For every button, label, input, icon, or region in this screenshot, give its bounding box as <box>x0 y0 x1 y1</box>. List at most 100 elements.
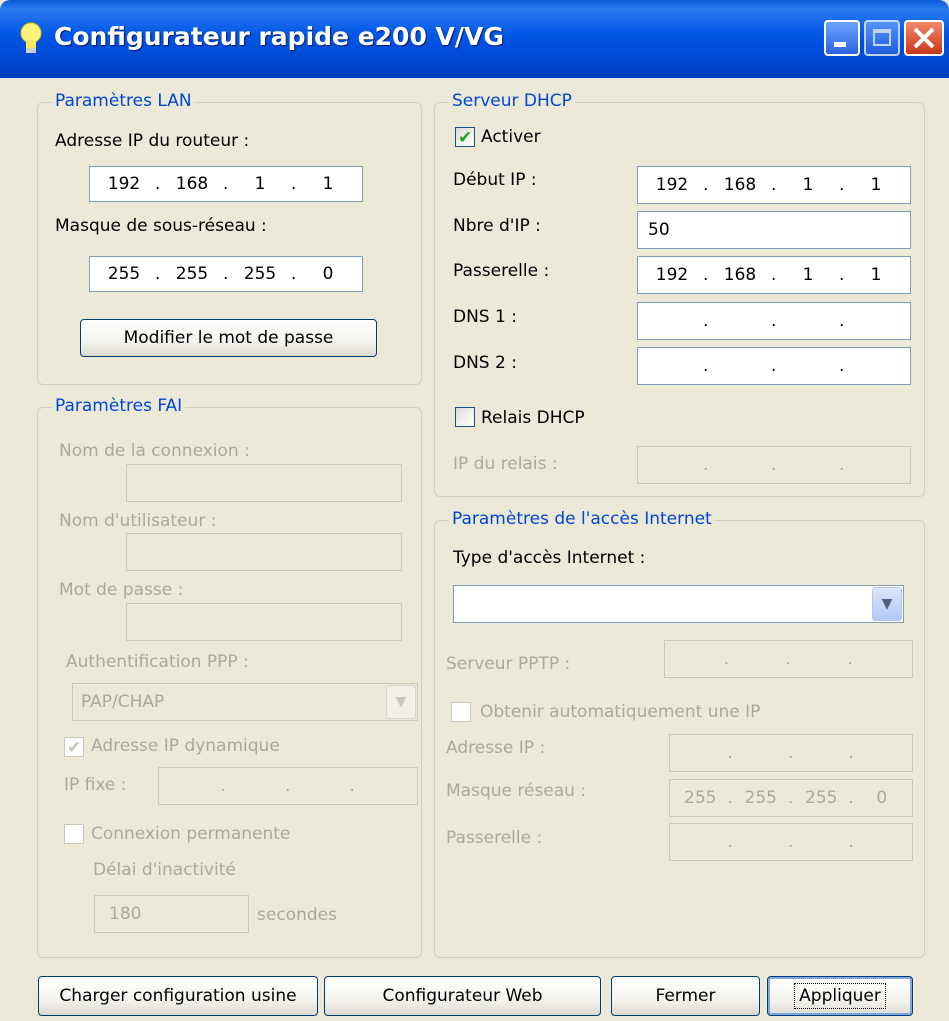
idle-delay-field[interactable]: 180 <box>94 895 249 933</box>
change-password-button[interactable]: Modifier le mot de passe <box>80 319 377 357</box>
username-field[interactable] <box>126 533 402 571</box>
ip-octet-3[interactable]: 1 <box>774 167 842 203</box>
dns1-field[interactable]: ... <box>637 302 911 340</box>
ip-octet-4[interactable]: 1 <box>842 167 910 203</box>
ip-octet-1[interactable]: 192 <box>638 167 706 203</box>
ip-octet-2[interactable]: 168 <box>158 167 226 201</box>
ip-octet-1[interactable]: 255 <box>90 257 158 291</box>
ip-octet-4[interactable] <box>852 824 913 860</box>
idle-delay-unit: secondes <box>257 905 337 925</box>
ip-octet-1[interactable]: 192 <box>90 167 158 201</box>
ip-octet-2[interactable]: 255 <box>731 780 792 816</box>
dhcp-gateway-field[interactable]: 192. 168. 1. 1 <box>637 256 911 294</box>
dhcp-relay-label: Relais DHCP <box>481 408 585 428</box>
ip-octet-1[interactable] <box>665 641 727 677</box>
permanent-connection-label: Connexion permanente <box>91 824 291 844</box>
internet-mask-label: Masque réseau : <box>446 781 587 801</box>
dhcp-start-ip-field[interactable]: 192. 168. 1. 1 <box>637 166 911 204</box>
ip-octet-4[interactable]: 0 <box>294 257 362 291</box>
ppp-auth-select[interactable]: PAP/CHAP ▼ <box>72 683 418 721</box>
ip-octet-4[interactable] <box>850 641 912 677</box>
web-configurator-label: Configurateur Web <box>382 986 543 1006</box>
ip-octet-4[interactable] <box>842 348 910 384</box>
fixed-ip-label: IP fixe : <box>64 775 127 795</box>
ip-octet-2[interactable] <box>706 447 774 483</box>
ip-octet-1[interactable] <box>638 303 706 339</box>
factory-reset-button[interactable]: Charger configuration usine <box>38 976 318 1016</box>
dhcp-start-ip-label: Début IP : <box>453 170 537 190</box>
connection-name-field[interactable] <box>126 464 402 502</box>
auto-ip-checkbox[interactable] <box>451 702 471 722</box>
ip-octet-1[interactable]: 192 <box>638 257 706 293</box>
ip-octet-4[interactable]: 1 <box>294 167 362 201</box>
ip-octet-3[interactable]: 255 <box>791 780 852 816</box>
dynamic-ip-checkbox[interactable]: ✔ <box>64 737 84 758</box>
internet-ip-field[interactable]: ... <box>669 734 913 772</box>
relay-ip-field[interactable]: ... <box>637 446 911 484</box>
pptp-server-field[interactable]: ... <box>664 640 913 678</box>
router-ip-field[interactable]: 192. 168. 1. 1 <box>89 166 363 202</box>
title-bar[interactable]: Configurateur rapide e200 V/VG <box>0 0 949 78</box>
ip-octet-1[interactable] <box>670 824 731 860</box>
password-field[interactable] <box>126 603 402 641</box>
apply-button[interactable]: Appliquer <box>767 976 913 1016</box>
ip-octet-3[interactable] <box>789 641 851 677</box>
dhcp-count-field[interactable]: 50 <box>637 211 911 249</box>
permanent-connection-checkbox[interactable] <box>64 824 84 844</box>
ip-octet-4[interactable] <box>353 768 418 804</box>
ip-octet-2[interactable] <box>731 735 792 771</box>
ip-octet-2[interactable]: 168 <box>706 167 774 203</box>
internet-mask-field[interactable]: 255. 255. 255. 0 <box>669 779 913 817</box>
ip-octet-2[interactable] <box>731 824 792 860</box>
ip-octet-2[interactable] <box>224 768 289 804</box>
close-button[interactable] <box>904 20 944 56</box>
apply-label: Appliquer <box>794 983 886 1009</box>
ip-octet-4[interactable] <box>842 303 910 339</box>
dhcp-enable-label: Activer <box>481 127 541 147</box>
ip-octet-1[interactable] <box>638 447 706 483</box>
dhcp-count-label: Nbre d'IP : <box>453 216 541 236</box>
dhcp-count-value: 50 <box>648 220 670 240</box>
ip-octet-3[interactable]: 1 <box>774 257 842 293</box>
close-dialog-button[interactable]: Fermer <box>611 976 760 1016</box>
ip-octet-3[interactable] <box>774 303 842 339</box>
lan-settings-title: Paramètres LAN <box>52 91 195 111</box>
ip-octet-3[interactable]: 255 <box>226 257 294 291</box>
chevron-down-icon[interactable]: ▼ <box>872 587 902 621</box>
ip-octet-3[interactable] <box>791 735 852 771</box>
change-password-label: Modifier le mot de passe <box>123 328 334 348</box>
ip-octet-2[interactable] <box>727 641 789 677</box>
checkmark-icon: ✔ <box>458 128 473 148</box>
dhcp-enable-checkbox[interactable]: ✔ <box>455 127 475 148</box>
isp-settings-title: Paramètres FAI <box>52 396 186 416</box>
ip-octet-1[interactable]: 255 <box>670 780 731 816</box>
ip-octet-2[interactable] <box>706 348 774 384</box>
ip-octet-3[interactable] <box>774 447 842 483</box>
fixed-ip-field[interactable]: ... <box>158 767 418 805</box>
dns2-field[interactable]: ... <box>637 347 911 385</box>
ip-octet-2[interactable] <box>706 303 774 339</box>
ip-octet-1[interactable] <box>638 348 706 384</box>
ip-octet-4[interactable] <box>842 447 910 483</box>
internet-type-select[interactable]: ▼ <box>453 585 904 623</box>
ip-octet-1[interactable] <box>159 768 224 804</box>
ip-octet-1[interactable] <box>670 735 731 771</box>
ip-octet-3[interactable] <box>774 348 842 384</box>
dhcp-relay-checkbox[interactable] <box>455 407 475 427</box>
internet-gateway-field[interactable]: ... <box>669 823 913 861</box>
ip-octet-2[interactable]: 255 <box>158 257 226 291</box>
ip-octet-3[interactable] <box>791 824 852 860</box>
ip-octet-2[interactable]: 168 <box>706 257 774 293</box>
ip-octet-4[interactable] <box>852 735 913 771</box>
maximize-button[interactable] <box>864 20 900 56</box>
quick-config-window: Configurateur rapide e200 V/VG Paramètre… <box>0 0 949 1021</box>
ip-octet-3[interactable] <box>288 768 353 804</box>
web-configurator-button[interactable]: Configurateur Web <box>324 976 601 1016</box>
router-ip-label: Adresse IP du routeur : <box>55 131 250 151</box>
ip-octet-3[interactable]: 1 <box>226 167 294 201</box>
minimize-button[interactable] <box>824 20 860 56</box>
ip-octet-4[interactable]: 0 <box>852 780 913 816</box>
ppp-auth-label: Authentification PPP : <box>66 652 249 672</box>
ip-octet-4[interactable]: 1 <box>842 257 910 293</box>
subnet-mask-field[interactable]: 255. 255. 255. 0 <box>89 256 363 292</box>
